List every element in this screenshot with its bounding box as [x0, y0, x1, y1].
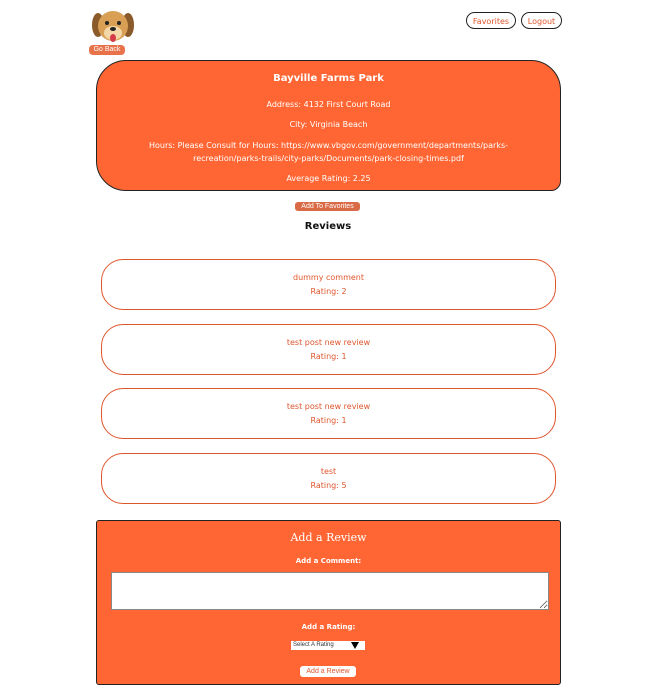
rating-select-value: Select A Rating [293, 642, 334, 648]
review-comment: test post new review [286, 402, 371, 411]
park-address: Address: 4132 First Court Road [266, 100, 391, 109]
add-review-form: Add a Review Add a Comment: Add a Rating… [96, 520, 561, 685]
review-card: test post new review Rating: 1 [101, 388, 556, 439]
comment-textarea[interactable] [111, 572, 549, 610]
reviews-heading: Reviews [304, 221, 352, 232]
add-review-title: Add a Review [290, 531, 367, 544]
park-average-rating: Average Rating: 2.25 [286, 174, 371, 183]
add-to-favorites-button[interactable]: Add To Favorites [295, 202, 360, 211]
park-name: Bayville Farms Park [273, 73, 384, 84]
review-comment: test post new review [286, 338, 371, 347]
add-review-button[interactable]: Add a Review [300, 666, 356, 677]
park-hours: Hours: Please Consult for Hours: https:/… [148, 141, 509, 163]
comment-label: Add a Comment: [295, 557, 362, 565]
park-details-card: Bayville Farms Park Address: 4132 First … [96, 60, 561, 191]
rating-select[interactable]: Select A Rating [291, 641, 365, 650]
park-city: City: Virginia Beach [289, 120, 368, 129]
logout-button[interactable]: Logout [521, 12, 562, 29]
rating-label: Add a Rating: [301, 623, 356, 631]
review-rating: Rating: 1 [310, 416, 347, 425]
review-rating: Rating: 5 [310, 481, 347, 490]
review-comment: dummy comment [292, 273, 365, 282]
review-comment: test [320, 467, 337, 476]
review-card: dummy comment Rating: 2 [101, 259, 556, 310]
dog-logo-icon [91, 7, 135, 47]
favorites-button[interactable]: Favorites [466, 12, 516, 29]
dropdown-arrow-icon [351, 642, 359, 649]
review-card: test post new review Rating: 1 [101, 324, 556, 375]
review-rating: Rating: 1 [310, 352, 347, 361]
review-rating: Rating: 2 [310, 287, 347, 296]
go-back-button[interactable]: Go Back [89, 45, 125, 55]
review-card: test Rating: 5 [101, 453, 556, 504]
